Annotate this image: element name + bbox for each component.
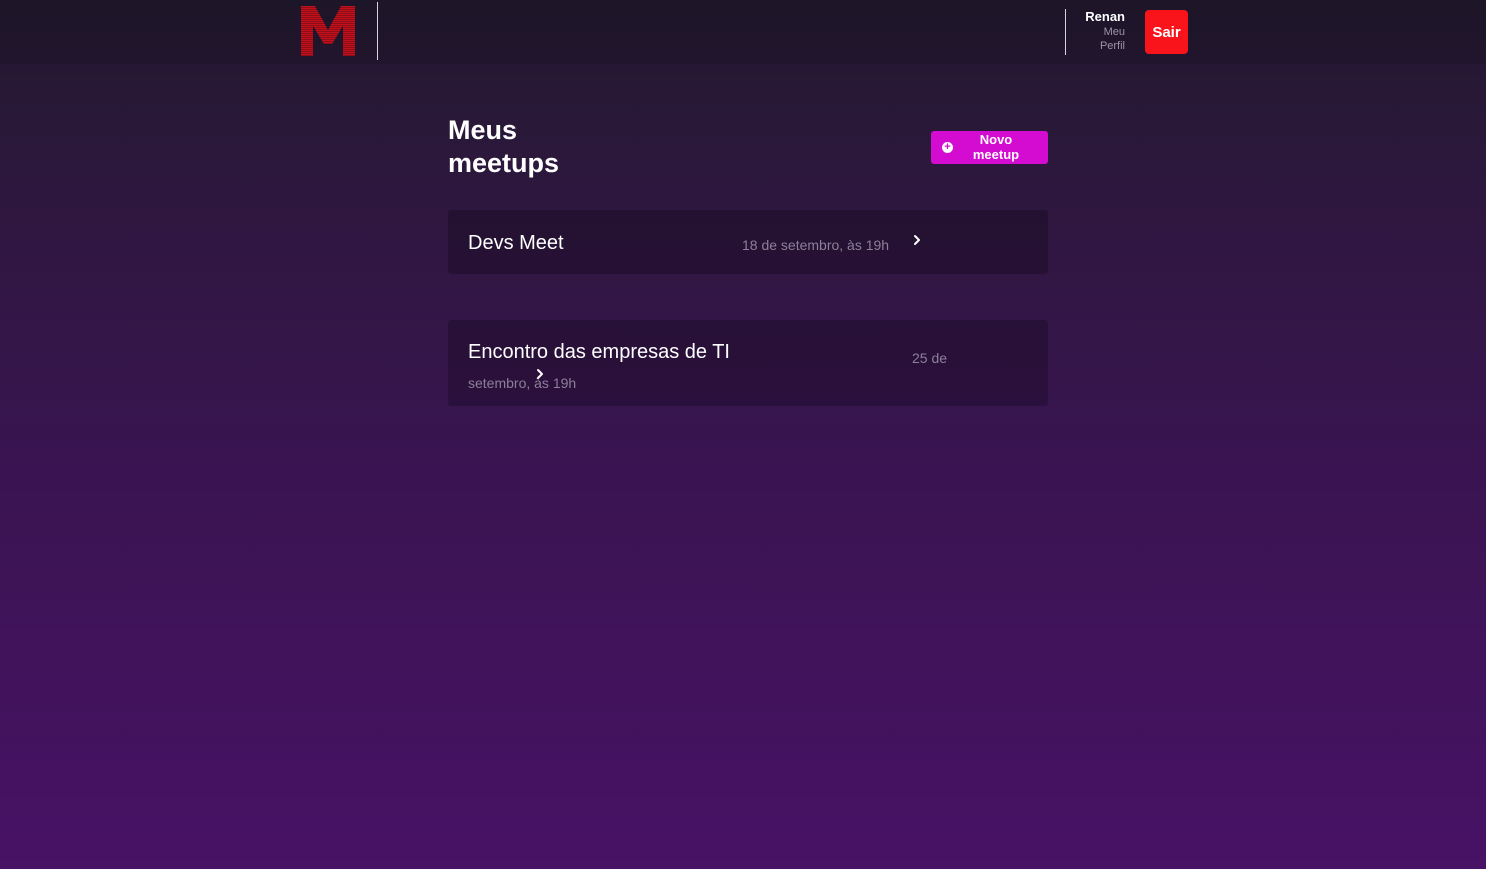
page-title: Meus meetups xyxy=(448,115,560,178)
profile-section: Renan Meu Perfil xyxy=(1085,9,1125,53)
meetup-date: 25 de setembro, às 19h xyxy=(468,350,948,391)
logo[interactable] xyxy=(299,4,357,58)
meetup-item[interactable]: Encontro das empresas de TI 25 de setemb… xyxy=(448,320,1048,406)
meetup-title: Devs Meet xyxy=(468,232,564,254)
app-header: Renan Meu Perfil Sair xyxy=(0,0,1486,64)
plus-circle-icon: + xyxy=(942,142,953,153)
new-meetup-label: Novo meetup xyxy=(972,132,1020,162)
meetup-item[interactable]: Devs Meet 18 de setembro, às 19h xyxy=(448,210,1048,274)
chevron-right-icon xyxy=(914,235,920,245)
meetup-date: 18 de setembro, às 19h xyxy=(742,237,890,253)
logout-button[interactable]: Sair xyxy=(1145,10,1188,54)
chevron-right-icon xyxy=(537,369,543,379)
user-name: Renan xyxy=(1085,9,1125,24)
profile-divider xyxy=(1065,9,1066,55)
new-meetup-button[interactable]: + Novo meetup xyxy=(931,131,1048,164)
logo-divider xyxy=(377,2,378,60)
profile-link[interactable]: Meu Perfil xyxy=(1085,25,1125,53)
